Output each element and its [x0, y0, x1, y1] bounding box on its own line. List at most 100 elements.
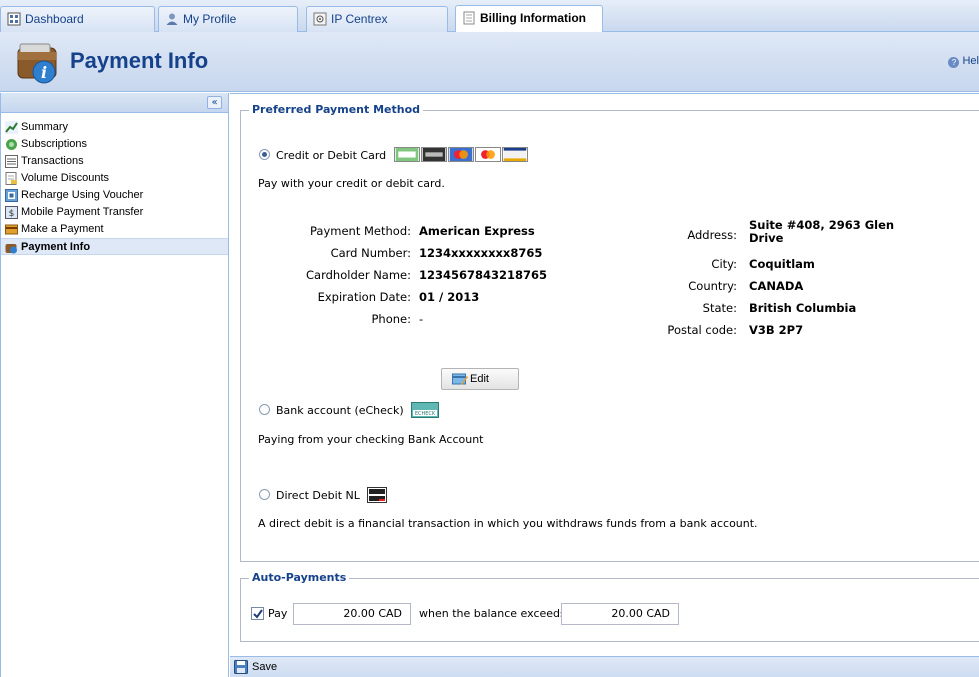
sidebar-item-volume-discounts[interactable]: Volume Discounts [1, 170, 228, 187]
card-logo-icon [420, 147, 447, 162]
postal-code-label: Postal code: [667, 323, 737, 337]
bank-account-radio[interactable] [259, 404, 270, 415]
sidebar-item-transactions[interactable]: Transactions [1, 153, 228, 170]
sidebar-header: « [1, 93, 228, 113]
credit-card-radio[interactable] [259, 149, 270, 160]
expiration-date-value: 01 / 2013 [419, 290, 480, 304]
sidebar: « Summary Subscriptions Transactions Vol… [0, 93, 229, 677]
wallet-info-icon [5, 244, 17, 254]
page-title: Payment Info [70, 48, 209, 73]
threshold-amount-input[interactable]: 20.00 CAD [561, 603, 679, 625]
sidebar-item-recharge-voucher[interactable]: Recharge Using Voucher [1, 187, 228, 204]
sidebar-item-label: Volume Discounts [21, 172, 110, 184]
sidebar-item-label: Summary [21, 121, 69, 133]
svg-text:$: $ [9, 209, 15, 219]
card-logo-icon [393, 147, 420, 162]
tab-bar: Dashboard My Profile IP Centrex Billing … [0, 0, 979, 33]
state-value: British Columbia [749, 301, 857, 315]
svg-text:ECHECK: ECHECK [415, 411, 436, 417]
sidebar-item-make-payment[interactable]: Make a Payment [1, 221, 228, 238]
country-value: CANADA [749, 279, 804, 293]
sidebar-item-label: Payment Info [21, 241, 91, 253]
main-panel: Preferred Payment Method Credit or Debit… [230, 93, 979, 677]
state-label: State: [702, 301, 737, 315]
sidebar-item-label: Mobile Payment Transfer [21, 206, 144, 218]
card-logo-icon [501, 147, 528, 162]
pay-label: Pay [268, 607, 288, 620]
direct-debit-label: Direct Debit NL [276, 489, 360, 502]
phone-label: Phone: [371, 312, 412, 326]
user-icon [166, 13, 178, 25]
direct-debit-radio[interactable] [259, 489, 270, 500]
preferred-payment-legend: Preferred Payment Method [249, 103, 423, 116]
cardholder-name-value: 1234567843218765 [419, 268, 548, 282]
expiration-date-label: Expiration Date: [317, 290, 411, 304]
svg-text:i: i [41, 63, 47, 82]
wallet-info-icon: i [17, 43, 57, 84]
network-icon [313, 12, 327, 26]
auto-pay-checkbox[interactable] [251, 607, 264, 620]
chart-icon [5, 121, 18, 134]
edit-card-icon [452, 373, 468, 385]
tab-label: My Profile [183, 12, 237, 26]
card-logos [393, 147, 528, 162]
discount-icon [5, 172, 17, 185]
sidebar-item-summary[interactable]: Summary [1, 119, 228, 136]
sidebar-item-mobile-payment-transfer[interactable]: $ Mobile Payment Transfer [1, 204, 228, 221]
preferred-payment-fieldset: Preferred Payment Method Credit or Debit… [240, 103, 979, 562]
direct-debit-description: A direct debit is a financial transactio… [258, 517, 758, 530]
list-icon [5, 155, 18, 168]
card-logo-icon [447, 147, 474, 162]
bank-account-label: Bank account (eCheck) [276, 404, 404, 417]
bank-account-description: Paying from your checking Bank Account [258, 433, 484, 446]
tab-label: IP Centrex [331, 12, 388, 26]
tab-ip-centrex[interactable]: IP Centrex [306, 6, 448, 32]
credit-card-description: Pay with your credit or debit card. [258, 177, 445, 190]
tab-label: Billing Information [480, 11, 586, 25]
postal-code-value: V3B 2P7 [749, 323, 804, 337]
card-number-label: Card Number: [330, 246, 411, 260]
tab-label: Dashboard [25, 12, 84, 26]
sidebar-item-label: Recharge Using Voucher [21, 189, 144, 201]
credit-card-option[interactable]: Credit or Debit Card [259, 147, 528, 162]
city-label: City: [711, 257, 737, 271]
pay-amount-input[interactable]: 20.00 CAD [293, 603, 411, 625]
direct-debit-option[interactable]: Direct Debit NL [259, 487, 388, 503]
save-icon [234, 660, 248, 674]
credit-card-label: Credit or Debit Card [276, 149, 387, 162]
card-number-value: 1234xxxxxxxx8765 [419, 246, 543, 260]
collapse-sidebar-button[interactable]: « [207, 96, 222, 109]
sidebar-item-label: Subscriptions [21, 138, 88, 150]
subscriptions-icon [6, 139, 17, 150]
mobile-transfer-icon: $ [5, 206, 18, 219]
payment-method-label: Payment Method: [309, 224, 411, 238]
edit-label: Edit [470, 373, 489, 385]
auto-payments-legend: Auto-Payments [249, 571, 350, 584]
sidebar-item-payment-info[interactable]: Payment Info [1, 238, 228, 255]
bank-account-option[interactable]: Bank account (eCheck) ECHECK [259, 402, 440, 418]
tab-billing-information[interactable]: Billing Information [455, 5, 603, 33]
tab-my-profile[interactable]: My Profile [158, 6, 298, 32]
echeck-icon: ECHECK [411, 402, 440, 418]
checkmark-icon [253, 609, 263, 619]
address-label: Address: [687, 228, 737, 242]
edit-button[interactable]: Edit [441, 368, 519, 390]
phone-value: - [419, 312, 424, 326]
dashboard-icon [7, 12, 21, 26]
page-header: i Payment Info ? Hel [0, 32, 979, 92]
tab-dashboard[interactable]: Dashboard [0, 6, 155, 32]
cardholder-name-label: Cardholder Name: [306, 268, 411, 282]
save-button[interactable]: Save [234, 660, 277, 674]
voucher-icon [5, 189, 18, 202]
card-logo-icon [474, 147, 501, 162]
direct-debit-icon [367, 487, 388, 503]
sidebar-item-label: Make a Payment [21, 223, 104, 235]
address-value: Suite #408, 2963 Glen Drive [749, 218, 895, 245]
help-icon: ? [948, 57, 960, 68]
help-link[interactable]: ? Hel [948, 55, 979, 68]
payment-icon [5, 224, 18, 235]
sidebar-item-label: Transactions [21, 155, 84, 167]
document-icon [463, 11, 475, 25]
sidebar-item-subscriptions[interactable]: Subscriptions [1, 136, 228, 153]
city-value: Coquitlam [749, 257, 815, 271]
